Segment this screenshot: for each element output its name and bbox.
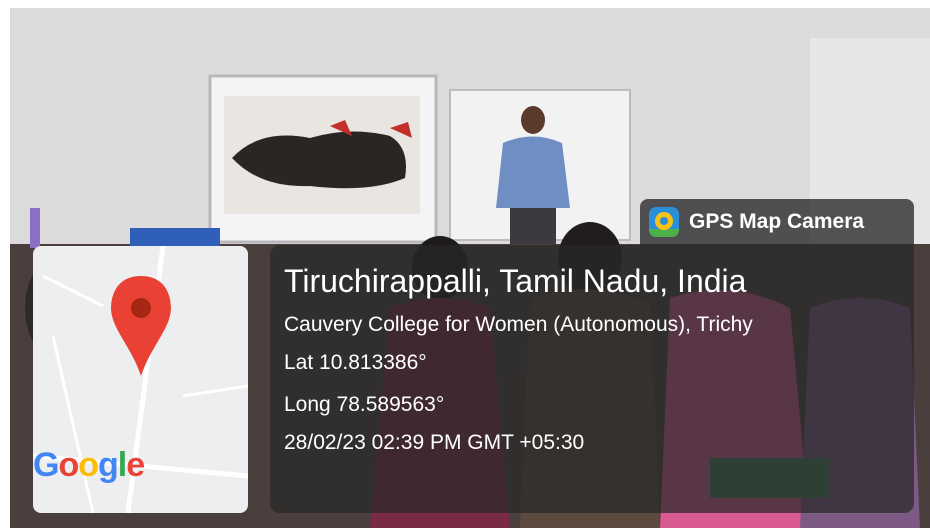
location-info-panel: Tiruchirappalli, Tamil Nadu, India Cauve… xyxy=(270,245,914,513)
place-name: Tiruchirappalli, Tamil Nadu, India xyxy=(284,263,747,299)
datetime: 28/02/23 02:39 PM GMT +05:30 xyxy=(284,431,585,454)
map-pin-icon xyxy=(111,276,171,376)
latitude: Lat 10.813386° xyxy=(284,351,427,374)
app-name: GPS Map Camera xyxy=(689,210,865,233)
address: Cauvery College for Women (Autonomous), … xyxy=(284,313,753,336)
longitude: Long 78.589563° xyxy=(284,393,445,416)
map-thumbnail: Google xyxy=(33,246,248,513)
gps-map-camera-badge: GPS Map Camera xyxy=(640,199,914,245)
google-logo: Google xyxy=(33,446,145,484)
gps-map-camera-icon xyxy=(649,207,679,237)
